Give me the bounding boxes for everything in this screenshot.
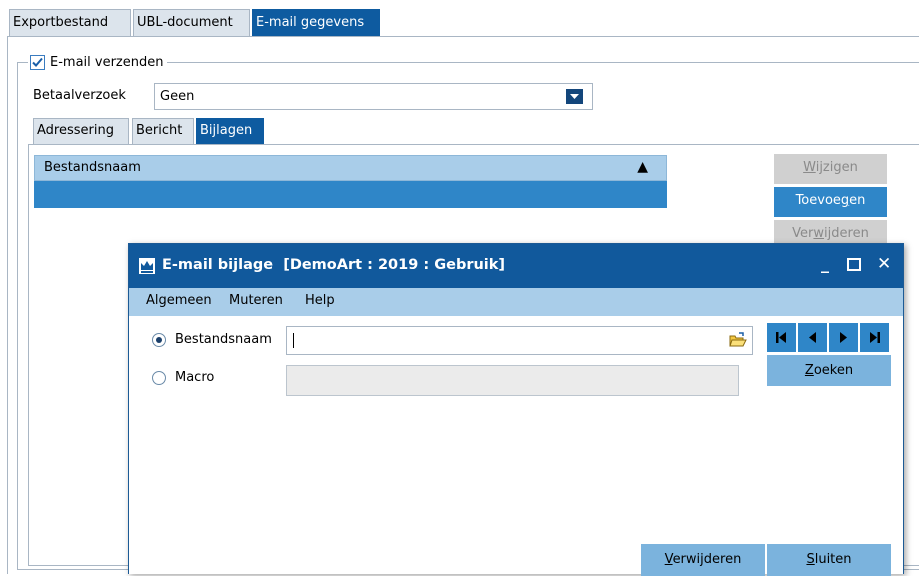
- button-mnemonic: V: [664, 552, 673, 567]
- last-record-button[interactable]: [860, 323, 889, 352]
- tab-bericht[interactable]: Bericht: [132, 118, 194, 144]
- radio-bestandsnaam[interactable]: Bestandsnaam: [152, 332, 272, 347]
- button-text: ijzigen: [815, 160, 858, 175]
- dialog-title: E-mail bijlage [DemoArt : 2019 : Gebruik…: [162, 257, 506, 273]
- first-icon: [776, 332, 786, 343]
- bestandsnaam-input[interactable]: [286, 326, 753, 355]
- button-text: luiten: [814, 552, 852, 567]
- tab-bijlagen[interactable]: Bijlagen: [196, 118, 264, 144]
- dialog-menubar: Algemeen Muteren Help: [129, 288, 903, 316]
- radio-macro[interactable]: Macro: [152, 370, 214, 385]
- button-text: Ver: [792, 226, 814, 241]
- tab-email-gegevens[interactable]: E-mail gegevens: [252, 9, 380, 36]
- maximize-icon[interactable]: [847, 258, 861, 271]
- email-bijlage-dialog: E-mail bijlage [DemoArt : 2019 : Gebruik…: [128, 243, 904, 576]
- button-mnemonic: w: [813, 226, 825, 241]
- radio-selected-icon: [152, 332, 166, 347]
- menu-item-muteren[interactable]: Muteren: [229, 293, 283, 308]
- radio-label: Bestandsnaam: [175, 332, 272, 347]
- button-mnemonic: S: [806, 552, 815, 567]
- button-text: erwijderen: [672, 552, 742, 567]
- button-text: ijderen: [824, 226, 869, 241]
- checkbox-label: E-mail verzenden: [50, 54, 164, 70]
- sort-ascending-icon: ▲: [637, 159, 648, 175]
- checkmark-icon: [32, 57, 43, 67]
- button-text: en: [849, 193, 866, 208]
- tab-label: UBL-document: [137, 15, 233, 30]
- tab-label: Bijlagen: [200, 123, 253, 138]
- close-icon[interactable]: ✕: [877, 254, 891, 274]
- tab-exportbestand[interactable]: Exportbestand: [9, 9, 131, 36]
- menu-item-algemeen[interactable]: Algemeen: [146, 293, 212, 308]
- macro-input[interactable]: [286, 365, 739, 396]
- button-mnemonic: Z: [804, 363, 814, 378]
- button-mnemonic: W: [803, 160, 816, 175]
- text-caret: [293, 333, 294, 348]
- tab-ubl-document[interactable]: UBL-document: [133, 9, 250, 36]
- select-value: Geen: [160, 89, 195, 104]
- bijlagen-grid[interactable]: Bestandsnaam ▲: [34, 155, 667, 210]
- tab-label: E-mail gegevens: [256, 15, 365, 30]
- dialog-titlebar[interactable]: E-mail bijlage [DemoArt : 2019 : Gebruik…: [129, 244, 903, 288]
- open-folder-icon[interactable]: [729, 332, 747, 348]
- zoeken-button[interactable]: Zoeken: [767, 355, 891, 386]
- checkbox[interactable]: [30, 54, 45, 70]
- betaalverzoek-label: Betaalverzoek: [33, 88, 126, 103]
- wijzigen-button[interactable]: Wijzigen: [774, 154, 887, 184]
- table-row[interactable]: [34, 181, 667, 208]
- radio-label: Macro: [175, 370, 215, 385]
- tab-label: Exportbestand: [13, 15, 109, 30]
- toevoegen-button[interactable]: Toevoegen: [774, 187, 887, 217]
- email-verzenden-checkbox-row[interactable]: E-mail verzenden: [28, 52, 168, 72]
- radio-unselected-icon: [152, 370, 166, 385]
- button-text: Toevoe: [795, 193, 841, 208]
- grid-header-bestandsnaam[interactable]: Bestandsnaam ▲: [34, 155, 667, 181]
- betaalverzoek-select[interactable]: Geen: [154, 83, 593, 110]
- chevron-down-icon[interactable]: [566, 89, 583, 104]
- app-crown-icon: [138, 257, 156, 275]
- next-icon: [840, 332, 847, 343]
- tab-label: Bericht: [136, 123, 183, 138]
- minimize-icon[interactable]: _: [821, 254, 829, 273]
- button-mnemonic: g: [840, 193, 850, 208]
- previous-record-button[interactable]: [798, 323, 827, 352]
- sluiten-button[interactable]: Sluiten: [767, 544, 891, 576]
- first-record-button[interactable]: [767, 323, 796, 352]
- previous-icon: [809, 332, 816, 343]
- tab-adressering[interactable]: Adressering: [33, 118, 129, 144]
- button-text: oeken: [813, 363, 854, 378]
- next-record-button[interactable]: [829, 323, 858, 352]
- column-header-label: Bestandsnaam: [44, 160, 141, 175]
- dialog-verwijderen-button[interactable]: Verwijderen: [641, 544, 765, 576]
- last-icon: [870, 332, 880, 343]
- tab-label: Adressering: [37, 123, 114, 138]
- menu-item-help[interactable]: Help: [305, 293, 335, 308]
